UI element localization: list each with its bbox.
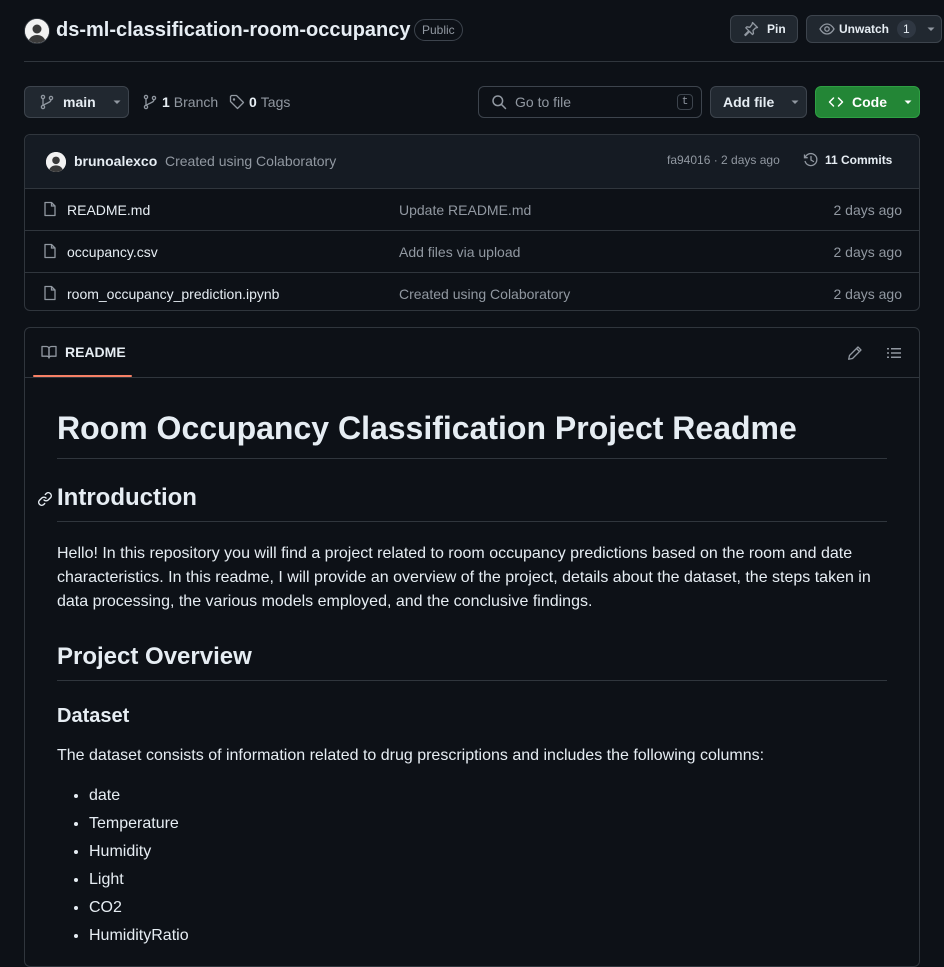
readme-panel: README Room Occupancy Classification Pro… (24, 327, 920, 967)
file-name[interactable]: occupancy.csv (67, 244, 158, 260)
heading-introduction-text: Introduction (57, 484, 197, 511)
file-commit-message[interactable]: Created using Colaboratory (399, 286, 570, 302)
add-file-label: Add file (723, 94, 775, 110)
commits-label: 11 Commits (825, 153, 893, 167)
readme-tab-label: README (65, 344, 126, 360)
code-icon (828, 94, 852, 110)
file-row[interactable]: README.md Update README.md 2 days ago (25, 189, 919, 231)
git-branch-icon (39, 94, 63, 110)
repo-owner-avatar[interactable] (24, 18, 50, 44)
branches-link[interactable]: 1 Branch (142, 86, 218, 118)
readme-content: Room Occupancy Classification Project Re… (38, 408, 887, 950)
search-icon (491, 94, 515, 110)
chevron-down-icon (903, 97, 921, 107)
file-row[interactable]: room_occupancy_prediction.ipynb Created … (25, 273, 919, 310)
link-icon[interactable] (37, 491, 53, 507)
dataset-columns-list: date Temperature Humidity Light CO2 Humi… (57, 782, 887, 950)
go-to-file-input[interactable]: Go to file t (478, 86, 702, 118)
book-icon (41, 344, 65, 360)
branch-select-button[interactable]: main (24, 86, 129, 118)
commit-hash-time[interactable]: fa94016 · 2 days ago (667, 153, 780, 167)
branch-label: Branch (173, 94, 219, 110)
file-name[interactable]: README.md (67, 202, 150, 218)
file-name[interactable]: room_occupancy_prediction.ipynb (67, 286, 279, 302)
file-icon (42, 285, 58, 301)
list-item: Humidity (89, 838, 887, 866)
tag-count: 0 (249, 94, 257, 110)
latest-commit-bar: brunoalexco Created using Colaboratory f… (25, 135, 919, 189)
dataset-paragraph: The dataset consists of information rela… (57, 747, 765, 764)
list-item: date (89, 782, 887, 810)
tags-link[interactable]: 0 Tags (229, 86, 290, 118)
branch-name: main (63, 94, 96, 110)
chevron-down-icon (926, 24, 940, 34)
unwatch-label: Unwatch (839, 22, 890, 36)
history-icon (803, 152, 825, 168)
readme-title: Room Occupancy Classification Project Re… (57, 408, 887, 459)
file-date: 2 days ago (833, 202, 903, 218)
intro-paragraph: Hello! In this repository you will find … (57, 545, 871, 610)
file-commit-message[interactable]: Add files via upload (399, 244, 520, 260)
code-button[interactable]: Code (815, 86, 920, 118)
add-file-button[interactable]: Add file (710, 86, 807, 118)
file-icon (42, 201, 58, 217)
heading-dataset: Dataset (57, 705, 130, 727)
chevron-down-icon (790, 97, 800, 107)
header-divider (24, 61, 944, 62)
tag-icon (229, 94, 245, 110)
file-row[interactable]: occupancy.csv Add files via upload 2 day… (25, 231, 919, 273)
commits-link[interactable]: 11 Commits (803, 152, 892, 168)
eye-icon (819, 21, 839, 37)
file-icon (42, 243, 58, 259)
list-unordered-icon[interactable] (886, 345, 902, 361)
search-shortcut-key: t (677, 94, 693, 110)
readme-header: README (25, 328, 919, 378)
branch-count: 1 (162, 94, 170, 110)
unwatch-button[interactable]: Unwatch 1 (806, 15, 942, 43)
tab-underline (33, 375, 132, 377)
file-table: brunoalexco Created using Colaboratory f… (24, 134, 920, 311)
list-item: Light (89, 866, 887, 894)
commit-message[interactable]: Created using Colaboratory (165, 153, 336, 169)
commit-author[interactable]: brunoalexco (74, 153, 157, 169)
file-commit-message[interactable]: Update README.md (399, 202, 531, 218)
pencil-icon[interactable] (847, 345, 863, 361)
pin-icon (743, 21, 767, 37)
tag-label: Tags (260, 94, 291, 110)
avatar[interactable] (46, 152, 66, 172)
repo-name[interactable]: ds-ml-classification-room-occupancy (56, 17, 411, 43)
pin-label: Pin (767, 22, 786, 36)
git-branch-icon (142, 94, 158, 110)
readme-tab[interactable]: README (41, 344, 126, 360)
code-label: Code (852, 94, 887, 110)
file-date: 2 days ago (833, 244, 903, 260)
file-date: 2 days ago (833, 286, 903, 302)
heading-introduction: Introduction (38, 483, 887, 522)
search-placeholder: Go to file (515, 94, 572, 110)
list-item: HumidityRatio (89, 922, 887, 950)
pin-button[interactable]: Pin (730, 15, 798, 43)
visibility-badge: Public (414, 19, 463, 41)
list-item: CO2 (89, 894, 887, 922)
heading-project-overview: Project Overview (57, 642, 887, 681)
chevron-down-icon (112, 97, 130, 107)
watch-count: 1 (897, 20, 916, 38)
list-item: Temperature (89, 810, 887, 838)
